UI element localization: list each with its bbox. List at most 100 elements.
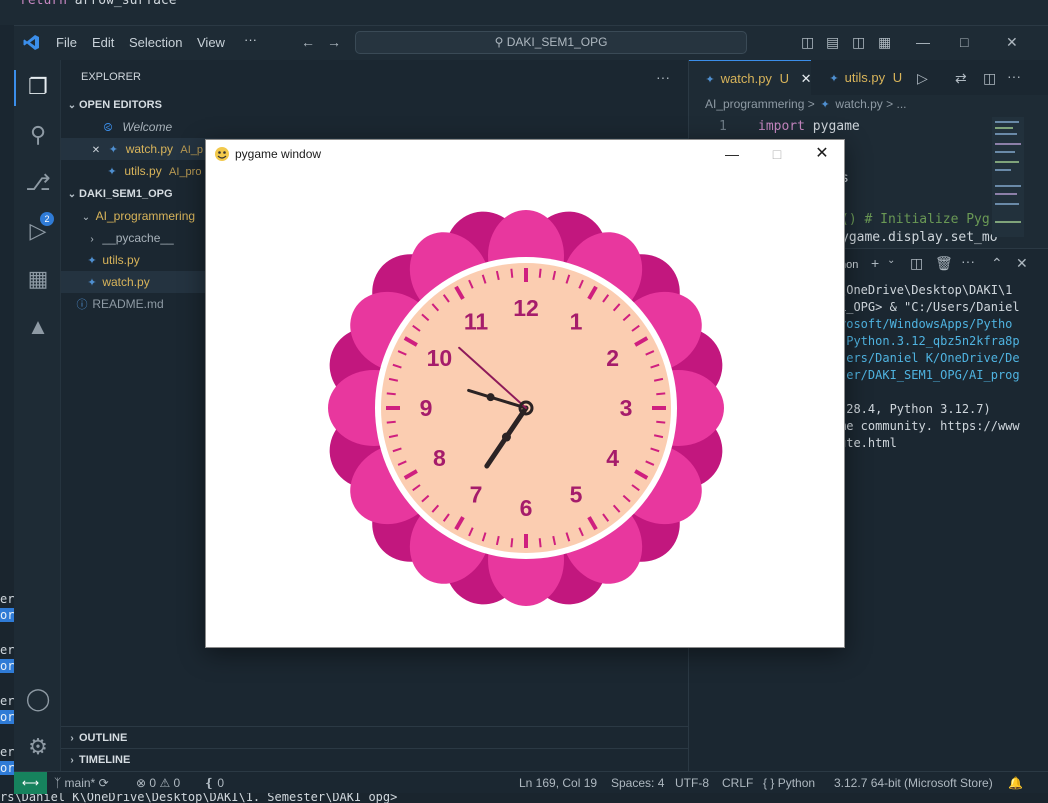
peek-selection: or xyxy=(0,761,14,775)
run-file-icon[interactable]: ▷ xyxy=(917,70,928,87)
menu-more[interactable]: ··· xyxy=(244,32,257,47)
branch-status[interactable]: ᛉ main* ⟳ xyxy=(54,776,109,790)
sync-icon: ⟳ xyxy=(98,776,109,790)
menu-view[interactable]: View xyxy=(197,35,225,50)
cursor-position[interactable]: Ln 169, Col 19 xyxy=(519,776,597,790)
settings-gear-icon[interactable]: ⚙ xyxy=(25,734,51,760)
menu-edit[interactable]: Edit xyxy=(92,35,114,50)
open-editor-label: watch.py xyxy=(125,142,174,156)
trash-icon[interactable]: 🗑 xyxy=(935,255,953,272)
clock-numeral: 7 xyxy=(470,482,483,508)
menu-selection[interactable]: Selection xyxy=(129,35,182,50)
explorer-icon[interactable]: ❐ xyxy=(25,74,51,100)
hour-hand-knob xyxy=(501,432,511,442)
toggle-panel-icon[interactable]: ▤ xyxy=(826,34,839,51)
chevron-down-icon: ⌄ xyxy=(67,189,77,200)
clock-numeral: 1 xyxy=(570,308,583,334)
clock-numeral: 11 xyxy=(464,308,489,334)
background-code-fragment: return arrow_surface xyxy=(0,0,1048,25)
titlebar: File Edit Selection View ··· ← → ⚲ DAKI_… xyxy=(14,26,1048,60)
code-fragment: ygame.display.set_mo xyxy=(841,230,998,245)
maximize-icon[interactable]: □ xyxy=(960,34,968,50)
accounts-icon[interactable]: ◯ xyxy=(25,686,51,712)
pygame-window-title: pygame window xyxy=(235,147,322,161)
chevron-right-icon: › xyxy=(70,755,74,766)
clock-numeral: 8 xyxy=(433,445,446,471)
search-icon: ⚲ xyxy=(494,35,504,49)
close-icon[interactable]: ✕ xyxy=(1006,34,1018,51)
branch-icon: ᛉ xyxy=(54,776,62,790)
editor-more-icon[interactable]: ··· xyxy=(1007,68,1021,84)
close-panel-icon[interactable]: ✕ xyxy=(1016,255,1028,272)
indentation[interactable]: Spaces: 4 xyxy=(611,776,664,790)
editor-tabs: ✦ watch.py U ✕ ✦ utils.py U ▷ ⇄ ◫ ··· xyxy=(689,60,1048,95)
tab-watch[interactable]: ✦ watch.py U ✕ xyxy=(689,60,811,95)
language-mode[interactable]: { } Python xyxy=(763,776,815,790)
forward-arrow-icon[interactable]: → xyxy=(327,34,341,50)
peek-selection: or xyxy=(0,608,14,622)
run-debug-icon[interactable]: ▷ xyxy=(25,218,51,244)
back-arrow-icon[interactable]: ← xyxy=(301,34,315,50)
source-control-icon[interactable]: ⎇ xyxy=(25,170,51,196)
clock-numeral: 12 xyxy=(513,295,539,321)
code-fragment: () # Initialize Pyg xyxy=(841,212,990,227)
search-icon[interactable]: ⚲ xyxy=(25,122,51,148)
encoding[interactable]: UTF-8 xyxy=(675,776,709,790)
ports-status[interactable]: ❴ 0 xyxy=(204,776,224,790)
minimap[interactable] xyxy=(992,117,1024,237)
maximize-icon[interactable]: □ xyxy=(757,142,797,166)
split-editor-icon[interactable]: ◫ xyxy=(983,70,996,87)
new-terminal-icon[interactable]: + xyxy=(871,255,879,271)
split-terminal-icon[interactable]: ◫ xyxy=(910,255,923,272)
open-editor-welcome[interactable]: ⧀ Welcome xyxy=(61,116,688,138)
menu-file[interactable]: File xyxy=(56,35,77,50)
minor-tick xyxy=(386,392,396,396)
language-label: Python xyxy=(777,776,816,790)
line-number: 1 xyxy=(719,119,727,134)
line-ending[interactable]: CRLF xyxy=(722,776,753,790)
terminal-line: me community. https://www xyxy=(839,419,1020,433)
close-icon[interactable]: ✕ xyxy=(802,142,842,166)
remote-indicator[interactable]: ⟷ xyxy=(14,772,47,794)
tree-label: AI_programmering xyxy=(95,209,196,223)
peek-text: er: xyxy=(0,745,14,759)
tab-close-icon[interactable]: ✕ xyxy=(801,71,812,86)
chevron-right-icon: › xyxy=(70,733,74,744)
minimize-icon[interactable]: — xyxy=(712,142,752,166)
toggle-sidebar-icon[interactable]: ◫ xyxy=(801,34,814,51)
toggle-secondary-sidebar-icon[interactable]: ◫ xyxy=(852,34,865,51)
breadcrumb-folder[interactable]: AI_programmering xyxy=(705,97,804,111)
error-icon: ⊗ xyxy=(136,776,147,790)
problems-status[interactable]: ⊗ 0 ⚠ 0 xyxy=(136,776,180,790)
tab-label: watch.py xyxy=(720,71,772,86)
terminal-line: .Python.3.12_qbz5n2kfra8p xyxy=(839,334,1020,348)
remote-icon: ⟷ xyxy=(21,776,40,790)
broadcast-icon: ❴ xyxy=(204,776,215,790)
close-editor-icon[interactable]: ✕ xyxy=(89,140,103,162)
tab-utils[interactable]: ✦ utils.py U xyxy=(813,60,919,95)
outline-title: OUTLINE xyxy=(79,732,128,744)
clock-numeral: 9 xyxy=(420,395,433,421)
timeline-section[interactable]: › TIMELINE xyxy=(61,748,688,770)
minimize-icon[interactable]: — xyxy=(916,34,930,50)
panel-more-icon[interactable]: ··· xyxy=(961,253,975,269)
testing-icon[interactable]: ▲ xyxy=(25,314,51,340)
outline-section[interactable]: › OUTLINE xyxy=(61,726,688,748)
breadcrumb-symbol[interactable]: ... xyxy=(896,97,906,111)
chevron-down-icon[interactable]: ⌄ xyxy=(887,255,895,266)
peek-text: er: xyxy=(0,592,14,606)
python-interpreter[interactable]: 3.12.7 64-bit (Microsoft Store) xyxy=(834,776,993,790)
command-center-search[interactable]: ⚲ DAKI_SEM1_OPG xyxy=(355,31,747,54)
maximize-panel-icon[interactable]: ⌃ xyxy=(991,255,1003,272)
pygame-titlebar[interactable]: pygame window — □ ✕ xyxy=(206,140,844,168)
open-editors-section[interactable]: ⌄ OPEN EDITORS xyxy=(61,94,688,116)
status-bar: ⟷ ᛉ main* ⟳ ⊗ 0 ⚠ 0 ❴ 0 Ln 169, Col 19 S… xyxy=(14,771,1048,794)
compare-changes-icon[interactable]: ⇄ xyxy=(955,70,967,87)
explorer-more-button[interactable]: ··· xyxy=(656,66,670,88)
customize-layout-icon[interactable]: ▦ xyxy=(878,34,891,51)
extensions-icon[interactable]: ▦ xyxy=(25,266,51,292)
breadcrumb-file[interactable]: watch.py xyxy=(835,97,882,111)
minor-tick xyxy=(510,268,514,278)
tab-status: U xyxy=(779,71,789,86)
notifications-bell-icon[interactable]: 🔔 xyxy=(1008,776,1023,790)
